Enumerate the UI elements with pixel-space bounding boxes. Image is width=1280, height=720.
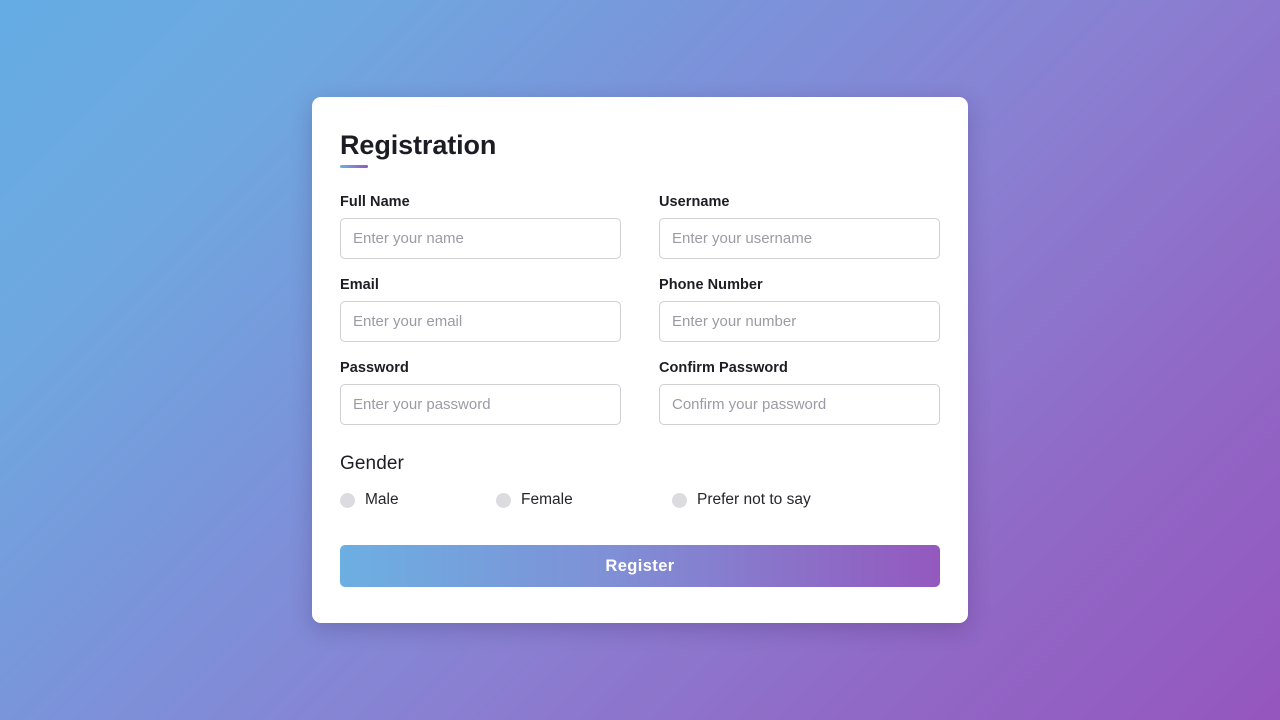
- registration-card: Registration Full Name Username Email Ph…: [312, 96, 968, 624]
- gender-option-label: Prefer not to say: [697, 491, 811, 509]
- email-input[interactable]: [340, 301, 621, 343]
- registration-form: Full Name Username Email Phone Number Pa…: [340, 194, 940, 443]
- gender-option-label: Female: [521, 491, 573, 509]
- gender-option-male[interactable]: Male: [340, 492, 496, 508]
- radio-unchecked-icon[interactable]: [672, 492, 687, 508]
- page-background: Registration Full Name Username Email Ph…: [0, 0, 1280, 720]
- gender-section: Gender Male Female Prefer not to say: [340, 453, 940, 511]
- label-phone-number: Phone Number: [659, 277, 763, 294]
- label-password: Password: [340, 360, 409, 377]
- register-button[interactable]: Register: [340, 545, 940, 588]
- card-header: Registration: [340, 129, 940, 169]
- gender-option-prefer-not-to-say[interactable]: Prefer not to say: [672, 492, 811, 508]
- field-username: Username: [659, 194, 940, 260]
- field-password: Password: [340, 360, 621, 426]
- username-input[interactable]: [659, 218, 940, 260]
- gender-radio-group: Male Female Prefer not to say: [340, 489, 940, 511]
- label-username: Username: [659, 194, 730, 211]
- gender-option-label: Male: [365, 491, 399, 509]
- password-input[interactable]: [340, 384, 621, 426]
- full-name-input[interactable]: [340, 218, 621, 260]
- field-email: Email: [340, 277, 621, 343]
- gender-heading: Gender: [340, 453, 404, 475]
- phone-number-input[interactable]: [659, 301, 940, 343]
- field-full-name: Full Name: [340, 194, 621, 260]
- page-title: Registration: [340, 129, 497, 160]
- confirm-password-input[interactable]: [659, 384, 940, 426]
- title-accent-underline: [340, 165, 368, 169]
- gender-option-female[interactable]: Female: [496, 492, 672, 508]
- label-full-name: Full Name: [340, 194, 410, 211]
- radio-unchecked-icon[interactable]: [496, 492, 511, 508]
- field-confirm-password: Confirm Password: [659, 360, 940, 426]
- radio-unchecked-icon[interactable]: [340, 492, 355, 508]
- field-phone-number: Phone Number: [659, 277, 940, 343]
- label-email: Email: [340, 277, 379, 294]
- label-confirm-password: Confirm Password: [659, 360, 788, 377]
